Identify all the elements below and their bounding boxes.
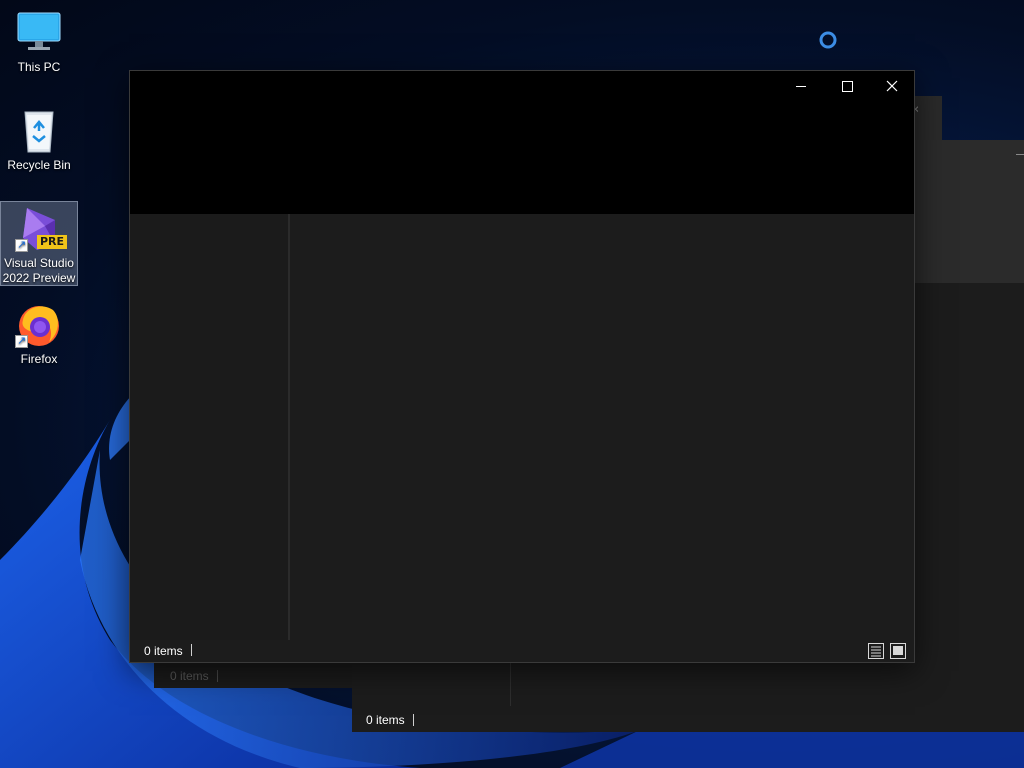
details-view-icon bbox=[868, 643, 884, 659]
pane-divider bbox=[510, 662, 511, 706]
desktop-icon-label: Visual Studio 2022 Preview bbox=[2, 256, 76, 285]
preview-badge: PRE bbox=[36, 235, 67, 249]
desktop-icon-label: Recycle Bin bbox=[7, 158, 71, 172]
status-item-count: 0 items bbox=[170, 669, 209, 683]
maximize-icon bbox=[841, 80, 853, 92]
minimize-button[interactable] bbox=[778, 71, 824, 101]
desktop-icon-label: Firefox bbox=[20, 352, 58, 366]
desktop-icon-this-pc[interactable]: This PC bbox=[0, 8, 78, 75]
file-list-pane[interactable] bbox=[290, 214, 914, 640]
desktop-icon-recycle-bin[interactable]: Recycle Bin bbox=[0, 106, 78, 173]
file-explorer-window[interactable]: 0 items bbox=[129, 70, 915, 663]
recycle-bin-icon bbox=[15, 106, 63, 154]
status-item-count: 0 items bbox=[366, 713, 405, 727]
desktop-icon-visual-studio[interactable]: PRE Visual Studio 2022 Preview bbox=[0, 201, 78, 286]
monitor-icon bbox=[15, 8, 63, 56]
shortcut-arrow-icon bbox=[15, 333, 28, 348]
status-separator bbox=[191, 644, 192, 656]
shortcut-arrow-icon bbox=[15, 237, 28, 252]
maximize-button[interactable] bbox=[824, 71, 870, 101]
status-bar: 0 items bbox=[130, 640, 914, 662]
background-window-1[interactable]: 0 items bbox=[154, 662, 352, 688]
minimize-icon bbox=[796, 85, 806, 87]
desktop-icon-label: This PC bbox=[17, 60, 61, 74]
background-window-2[interactable]: 0 items bbox=[352, 662, 1024, 732]
close-icon bbox=[886, 77, 898, 96]
close-button[interactable] bbox=[869, 71, 915, 101]
large-icons-view-button[interactable] bbox=[890, 643, 906, 659]
desktop-icon-firefox[interactable]: Firefox bbox=[0, 300, 78, 367]
status-separator bbox=[413, 714, 414, 726]
visual-studio-icon: PRE bbox=[15, 204, 67, 252]
status-separator bbox=[217, 670, 218, 682]
status-item-count: 0 items bbox=[144, 644, 183, 658]
navigation-pane[interactable] bbox=[130, 214, 290, 640]
large-icons-view-icon bbox=[890, 643, 906, 659]
background-window-right[interactable] bbox=[912, 140, 1024, 283]
firefox-icon bbox=[15, 300, 63, 348]
busy-indicator-icon bbox=[819, 31, 837, 49]
details-view-button[interactable] bbox=[868, 643, 884, 659]
title-bar[interactable] bbox=[130, 71, 914, 214]
background-window-top[interactable]: ‹ bbox=[912, 96, 942, 140]
